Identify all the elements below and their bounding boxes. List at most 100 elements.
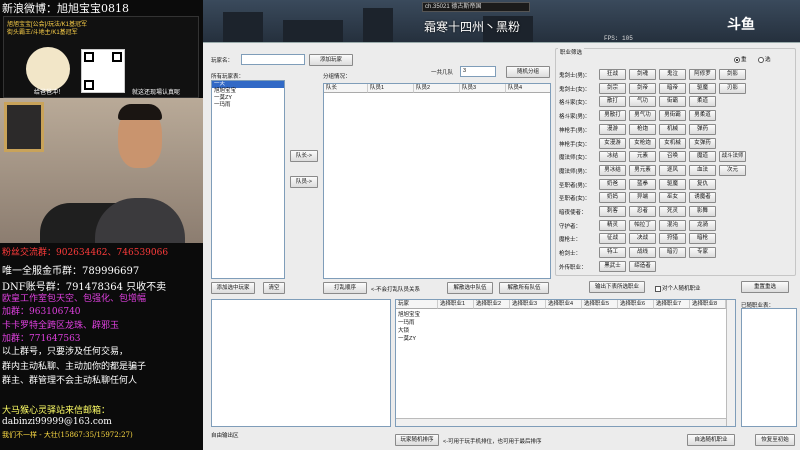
job-button[interactable]: 逐风 [659, 164, 686, 176]
result-row-player[interactable]: 大锁 [396, 327, 516, 335]
job-button[interactable]: 气功 [629, 96, 656, 108]
player-list-item[interactable]: 一天 [212, 81, 284, 88]
channel-indicator[interactable]: ch.35021 德古斯帝国 [422, 2, 530, 12]
radio-select[interactable]: 选 [758, 55, 771, 63]
job-button[interactable]: 蓝拳 [629, 178, 656, 190]
horizontal-scrollbar[interactable] [396, 418, 726, 426]
output-selected-job-button[interactable]: 输出下表所选职业 [589, 281, 645, 293]
job-button[interactable]: 女枪炮 [629, 137, 656, 149]
job-button[interactable]: 女弹药 [689, 137, 716, 149]
shuffle-order-button[interactable]: 打乱顺序 [323, 282, 367, 294]
reset-select-button[interactable]: 重置重选 [741, 281, 789, 293]
job-button[interactable]: 特工 [599, 247, 626, 259]
radio-heavy-dot[interactable] [734, 56, 740, 63]
job-button[interactable]: 驱魔 [689, 82, 716, 94]
job-button[interactable]: 柔道 [689, 96, 716, 108]
job-button[interactable]: 战斗法师 [719, 151, 746, 163]
job-button[interactable]: 女机械 [659, 137, 686, 149]
job-button[interactable]: 街霸 [659, 96, 686, 108]
group-column-header[interactable]: 队员1 [368, 84, 414, 93]
job-button[interactable]: 元素 [629, 151, 656, 163]
captain-button[interactable]: 队长-> [290, 150, 318, 162]
job-button[interactable]: 男气功 [629, 110, 656, 122]
job-button[interactable]: 冰结 [599, 151, 626, 163]
job-button[interactable]: 征战 [599, 233, 626, 245]
job-button[interactable]: 战线 [629, 247, 656, 259]
radio-select-dot[interactable] [758, 56, 764, 63]
job-button[interactable]: 驱魔 [659, 178, 686, 190]
clear-button[interactable]: 清空 [263, 282, 285, 294]
job-button[interactable]: 机械 [659, 123, 686, 135]
job-button[interactable]: 男柔道 [689, 110, 716, 122]
result-column-header[interactable]: 选择职业6 [618, 300, 654, 309]
job-button[interactable]: 漫游 [599, 123, 626, 135]
job-button[interactable]: 阿修罗 [689, 69, 716, 80]
result-row-player[interactable]: 一莫ZY [396, 335, 516, 343]
player-name-input[interactable] [241, 54, 305, 65]
job-button[interactable]: 次元 [719, 164, 746, 176]
self-random-job-button[interactable]: 自选随机职业 [687, 434, 735, 446]
unlock-selected-team-button[interactable]: 解散选中队伍 [447, 282, 493, 294]
job-button[interactable]: 剑影 [719, 69, 746, 80]
job-button[interactable]: 忍者 [629, 206, 656, 217]
player-list-item[interactable]: 一莫ZY [212, 95, 284, 102]
group-column-header[interactable]: 队员3 [460, 84, 506, 93]
result-column-header[interactable]: 选择职业1 [438, 300, 474, 309]
result-column-header[interactable]: 选择职业2 [474, 300, 510, 309]
job-button[interactable]: 暗枪 [689, 233, 716, 245]
member-button[interactable]: 队员-> [290, 176, 318, 188]
group-column-header[interactable]: 队长 [324, 84, 368, 93]
job-button[interactable]: 死灵 [659, 206, 686, 217]
selected-jobs-list[interactable] [741, 308, 797, 427]
job-button[interactable]: 暗刃 [659, 247, 686, 259]
job-button[interactable]: 精灵 [599, 219, 626, 231]
job-button[interactable]: 影舞 [689, 206, 716, 217]
log-output-area[interactable] [211, 299, 391, 427]
job-button[interactable]: 帕拉丁 [629, 219, 656, 231]
all-players-list[interactable]: 一天 旭旭宝宝 一莫ZY 一玛雨 [211, 80, 285, 279]
group-column-header[interactable]: 队员2 [414, 84, 460, 93]
job-button[interactable]: 诱魔者 [689, 192, 716, 204]
job-button[interactable]: 刺客 [599, 206, 626, 217]
job-button[interactable]: 弹药 [689, 123, 716, 135]
job-button[interactable]: 魔道 [689, 151, 716, 163]
job-button[interactable]: 黑武士 [599, 260, 626, 272]
job-button[interactable]: 缔造者 [629, 260, 656, 272]
random-group-button[interactable]: 随机分组 [506, 66, 550, 78]
job-button[interactable]: 奶妈 [599, 192, 626, 204]
job-button[interactable]: 枪炮 [629, 123, 656, 135]
job-button[interactable]: 血法 [689, 164, 716, 176]
checkbox[interactable] [655, 285, 661, 292]
job-button[interactable]: 散打 [599, 96, 626, 108]
job-button[interactable]: 召唤 [659, 151, 686, 163]
radio-heavy[interactable]: 重 [734, 55, 747, 63]
result-column-header[interactable]: 选择职业3 [510, 300, 546, 309]
result-column-header[interactable]: 玩家 [396, 300, 438, 309]
job-button[interactable]: 男冰结 [599, 164, 626, 176]
result-row-player[interactable]: 旭旭宝宝 [396, 311, 516, 319]
job-button[interactable]: 异端 [629, 192, 656, 204]
job-button[interactable]: 巫女 [659, 192, 686, 204]
job-button[interactable]: 决战 [629, 233, 656, 245]
add-selected-player-button[interactable]: 添加选中玩家 [211, 282, 255, 294]
restore-initial-button[interactable]: 恢复至初始 [755, 434, 795, 446]
job-button[interactable]: 专家 [689, 247, 716, 259]
job-button[interactable]: 狂战 [599, 69, 626, 80]
job-button[interactable]: 奶爸 [599, 178, 626, 190]
player-list-item[interactable]: 一玛雨 [212, 102, 284, 109]
job-button[interactable]: 剑魂 [629, 69, 656, 80]
random-job-checkbox[interactable]: 对个人随机职业 [655, 284, 701, 292]
job-button[interactable]: 女漫游 [599, 137, 626, 149]
result-row-player[interactable]: 一玛雨 [396, 319, 516, 327]
result-column-header[interactable]: 选择职业8 [690, 300, 726, 309]
job-button[interactable]: 男元素 [629, 164, 656, 176]
player-random-sort-button[interactable]: 玩家随机排序 [395, 434, 439, 446]
result-table[interactable]: 玩家 选择职业1 选择职业2 选择职业3 选择职业4 选择职业5 选择职业6 选择职业7 选择职… [395, 299, 736, 427]
grouping-table[interactable]: 队长 队员1 队员2 队员3 队员4 [323, 83, 551, 279]
job-button[interactable]: 剑宗 [599, 82, 626, 94]
job-button[interactable]: 鬼泣 [659, 69, 686, 80]
result-column-header[interactable]: 选择职业4 [546, 300, 582, 309]
job-button[interactable]: 男散打 [599, 110, 626, 122]
unlock-all-teams-button[interactable]: 解散所有队伍 [499, 282, 549, 294]
job-button[interactable]: 剑帝 [629, 82, 656, 94]
